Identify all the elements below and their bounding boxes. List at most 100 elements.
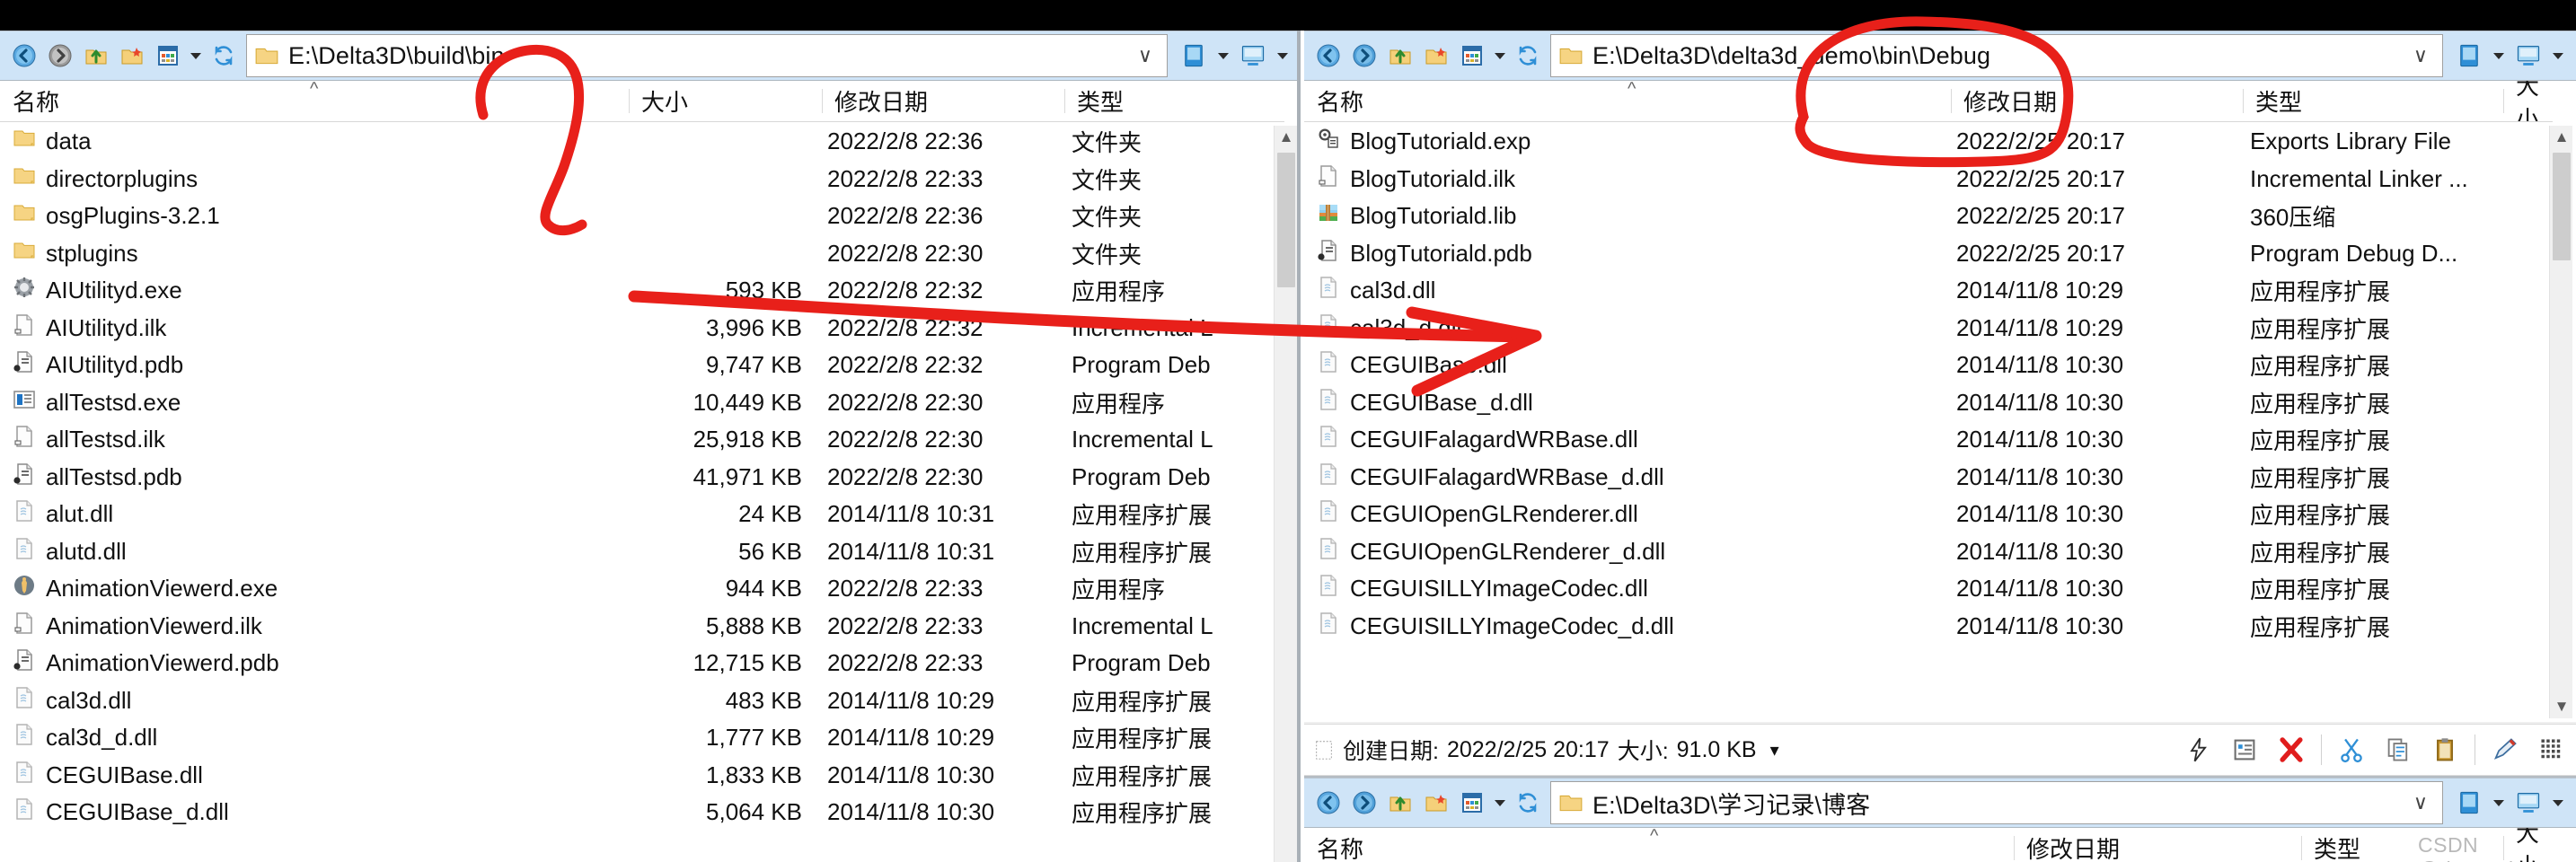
table-row[interactable]: alutd.dll 56 KB 2014/11/8 10:31 应用程序扩展 xyxy=(0,533,1284,571)
right-col-name[interactable]: 名称 ^ xyxy=(1304,79,1951,121)
table-row[interactable]: CEGUIFalagardWRBase_d.dll 2014/11/8 10:30… xyxy=(1304,459,2553,497)
left-col-size[interactable]: 大小 xyxy=(629,81,822,121)
right-file-list[interactable]: BlogTutoriald.exp 2022/2/25 20:17 Exports … xyxy=(1304,123,2553,716)
new-folder-icon[interactable] xyxy=(115,39,149,73)
copy-icon[interactable] xyxy=(2381,733,2415,767)
bottom-address-bar[interactable]: E:\Delta3D\学习记录\博客 ∨ xyxy=(1550,781,2443,824)
chevron-down-icon[interactable] xyxy=(2490,786,2508,820)
chevron-down-icon[interactable] xyxy=(2549,786,2567,820)
details-pane-icon[interactable] xyxy=(2511,786,2545,820)
table-row[interactable]: AIUtilityd.ilk 3,996 KB 2022/2/8 22:32 Incr… xyxy=(0,310,1284,347)
table-row[interactable]: CEGUIFalagardWRBase.dll 2014/11/8 10:30 应用… xyxy=(1304,421,2553,459)
bottom-address-dropdown-icon[interactable]: ∨ xyxy=(2413,793,2428,813)
table-row[interactable]: CEGUIBase.dll 1,833 KB 2014/11/8 10:30 应用程序… xyxy=(0,757,1284,795)
cut-icon[interactable] xyxy=(2334,733,2369,767)
table-row[interactable]: AIUtilityd.pdb 9,747 KB 2022/2/8 22:32 Prog… xyxy=(0,347,1284,384)
new-folder-icon[interactable] xyxy=(1419,786,1453,820)
left-address-bar[interactable]: E:\Delta3D\build\bin ∨ xyxy=(246,34,1168,77)
back-icon[interactable] xyxy=(1311,39,1345,73)
right-col-type[interactable]: 类型 xyxy=(2243,81,2503,121)
back-icon[interactable] xyxy=(1311,786,1345,820)
preview-pane-icon[interactable] xyxy=(2452,39,2486,73)
right-col-date[interactable]: 修改日期 xyxy=(1951,81,2243,121)
scrollbar-thumb[interactable] xyxy=(2553,153,2571,260)
table-row[interactable]: CEGUIBase_d.dll 5,064 KB 2014/11/8 10:30 应用… xyxy=(0,794,1284,831)
preview-pane-icon[interactable] xyxy=(2452,786,2486,820)
chevron-down-icon[interactable] xyxy=(187,39,205,73)
table-row[interactable]: allTestsd.ilk 25,918 KB 2022/2/8 22:30 Incr… xyxy=(0,421,1284,459)
left-file-list[interactable]: data 2022/2/8 22:36 文件夹 directorplugins 2022… xyxy=(0,123,1284,862)
chevron-down-icon[interactable] xyxy=(1214,39,1232,73)
right-col-size[interactable]: 大小 xyxy=(2503,81,2553,121)
table-row[interactable]: directorplugins 2022/2/8 22:33 文件夹 xyxy=(0,161,1284,198)
chevron-down-icon[interactable] xyxy=(1491,786,1509,820)
grid-icon[interactable] xyxy=(2535,733,2569,767)
properties-icon[interactable] xyxy=(2228,733,2262,767)
forward-icon[interactable] xyxy=(1347,39,1381,73)
table-row[interactable]: CEGUIBase.dll 2014/11/8 10:30 应用程序扩展 xyxy=(1304,347,2553,384)
right-address-bar[interactable]: E:\Delta3D\delta3d_demo\bin\Debug ∨ xyxy=(1550,34,2443,77)
table-row[interactable]: CEGUISILLYImageCodec.dll 2014/11/8 10:30 应… xyxy=(1304,570,2553,608)
chevron-down-icon[interactable] xyxy=(2549,39,2567,73)
table-row[interactable]: allTestsd.exe 10,449 KB 2022/2/8 22:30 应用程序 xyxy=(0,384,1284,422)
chevron-down-icon[interactable] xyxy=(1274,39,1292,73)
details-expand-icon[interactable]: ▾ xyxy=(1770,739,1779,761)
table-row[interactable]: BlogTutoriald.pdb 2022/2/25 20:17 Program … xyxy=(1304,235,2553,273)
table-row[interactable]: cal3d.dll 483 KB 2014/11/8 10:29 应用程序扩展 xyxy=(0,682,1284,720)
back-icon[interactable] xyxy=(7,39,41,73)
left-address-dropdown-icon[interactable]: ∨ xyxy=(1138,46,1152,66)
table-row[interactable]: allTestsd.pdb 41,971 KB 2022/2/8 22:30 Prog… xyxy=(0,459,1284,497)
forward-icon[interactable] xyxy=(43,39,77,73)
right-vertical-scrollbar[interactable]: ▲ ▼ xyxy=(2549,126,2572,718)
paste-icon[interactable] xyxy=(2428,733,2462,767)
view-mode-icon[interactable] xyxy=(151,39,185,73)
table-row[interactable]: osgPlugins-3.2.1 2022/2/8 22:36 文件夹 xyxy=(0,198,1284,235)
scroll-up-arrow-icon[interactable]: ▲ xyxy=(2550,126,2573,149)
lightning-icon[interactable] xyxy=(2181,733,2215,767)
view-mode-icon[interactable] xyxy=(1455,786,1489,820)
table-row[interactable]: AnimationViewerd.ilk 5,888 KB 2022/2/8 22:… xyxy=(0,608,1284,646)
chevron-down-icon[interactable] xyxy=(1491,39,1509,73)
left-col-name[interactable]: 名称 ^ xyxy=(0,79,629,121)
table-row[interactable]: AnimationViewerd.exe 944 KB 2022/2/8 22:33… xyxy=(0,570,1284,608)
preview-pane-icon[interactable] xyxy=(1177,39,1211,73)
table-row[interactable]: CEGUIOpenGLRenderer.dll 2014/11/8 10:30 应用… xyxy=(1304,496,2553,533)
table-row[interactable]: AnimationViewerd.pdb 12,715 KB 2022/2/8 22… xyxy=(0,645,1284,682)
refresh-icon[interactable] xyxy=(1511,786,1545,820)
up-folder-icon[interactable] xyxy=(79,39,113,73)
up-folder-icon[interactable] xyxy=(1383,39,1417,73)
scroll-up-arrow-icon[interactable]: ▲ xyxy=(1275,126,1298,149)
up-folder-icon[interactable] xyxy=(1383,786,1417,820)
table-row[interactable]: data 2022/2/8 22:36 文件夹 xyxy=(0,123,1284,161)
table-row[interactable]: BlogTutoriald.ilk 2022/2/25 20:17 Incremen… xyxy=(1304,161,2553,198)
table-row[interactable]: BlogTutoriald.exp 2022/2/25 20:17 Exports … xyxy=(1304,123,2553,161)
table-row[interactable]: cal3d_d.dll 2014/11/8 10:29 应用程序扩展 xyxy=(1304,310,2553,347)
table-row[interactable]: CEGUIOpenGLRenderer_d.dll 2014/11/8 10:30… xyxy=(1304,533,2553,571)
chevron-down-icon[interactable] xyxy=(2490,39,2508,73)
left-col-type[interactable]: 类型 xyxy=(1064,81,1284,121)
table-row[interactable]: stplugins 2022/2/8 22:30 文件夹 xyxy=(0,235,1284,273)
left-right-splitter[interactable] xyxy=(1297,31,1301,862)
view-mode-icon[interactable] xyxy=(1455,39,1489,73)
table-row[interactable]: alut.dll 24 KB 2014/11/8 10:31 应用程序扩展 xyxy=(0,496,1284,533)
scroll-down-arrow-icon[interactable]: ▼ xyxy=(2550,695,2573,718)
new-folder-icon[interactable] xyxy=(1419,39,1453,73)
bottom-col-name[interactable]: 名称 ^ xyxy=(1304,826,2014,862)
edit-pen-icon[interactable] xyxy=(2488,733,2522,767)
table-row[interactable]: cal3d_d.dll 1,777 KB 2014/11/8 10:29 应用程序扩展 xyxy=(0,719,1284,757)
details-pane-icon[interactable] xyxy=(2511,39,2545,73)
delete-icon[interactable] xyxy=(2274,733,2308,767)
forward-icon[interactable] xyxy=(1347,786,1381,820)
table-row[interactable]: CEGUIBase_d.dll 2014/11/8 10:30 应用程序扩展 xyxy=(1304,384,2553,422)
table-row[interactable]: cal3d.dll 2014/11/8 10:29 应用程序扩展 xyxy=(1304,272,2553,310)
table-row[interactable]: AIUtilityd.exe 593 KB 2022/2/8 22:32 应用程序 xyxy=(0,272,1284,310)
table-row[interactable]: BlogTutoriald.lib 2022/2/25 20:17 360压缩 xyxy=(1304,198,2553,235)
bottom-col-date[interactable]: 修改日期 xyxy=(2014,828,2301,862)
refresh-icon[interactable] xyxy=(1511,39,1545,73)
left-col-date[interactable]: 修改日期 xyxy=(822,81,1064,121)
refresh-icon[interactable] xyxy=(207,39,241,73)
right-address-dropdown-icon[interactable]: ∨ xyxy=(2413,46,2428,66)
scrollbar-thumb[interactable] xyxy=(1277,153,1295,287)
details-pane-icon[interactable] xyxy=(1236,39,1270,73)
table-row[interactable]: CEGUISILLYImageCodec_d.dll 2014/11/8 10:3… xyxy=(1304,608,2553,646)
